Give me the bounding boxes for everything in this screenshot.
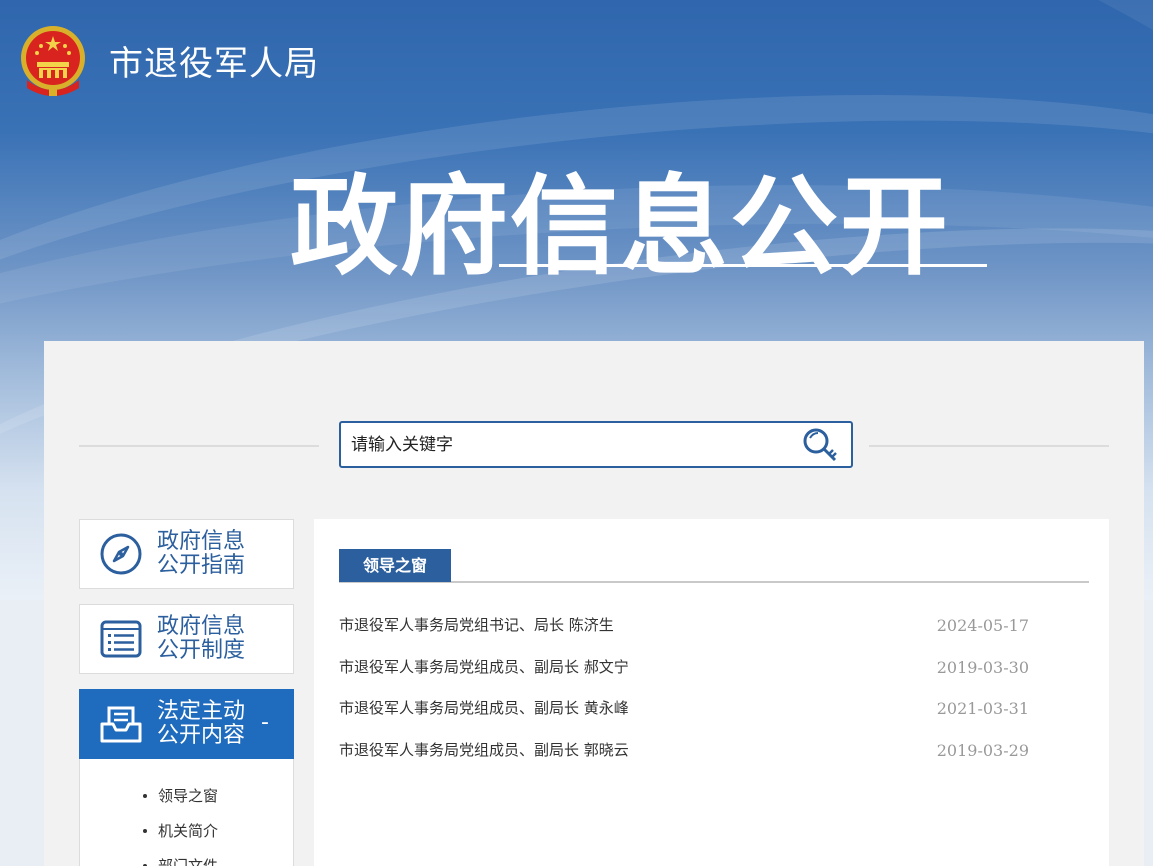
search-input[interactable]	[351, 423, 791, 466]
submenu-item-leaders[interactable]: 领导之窗	[80, 785, 293, 820]
compass-icon	[100, 533, 142, 575]
list-item[interactable]: 市退役军人事务局党组成员、副局长 郝文宁 2019-03-30	[339, 656, 1029, 698]
tab-bar: 领导之窗	[339, 549, 1089, 583]
document-list-icon	[100, 620, 142, 658]
national-emblem-icon	[21, 26, 85, 96]
tab-leaders[interactable]: 领导之窗	[339, 549, 451, 582]
list-item-date: 2021-03-31	[936, 699, 1029, 719]
inbox-icon	[100, 706, 142, 743]
list-item-date: 2019-03-29	[936, 741, 1029, 761]
hero-underline	[499, 264, 987, 267]
list-item-title[interactable]: 市退役军人事务局党组成员、副局长 黄永峰	[339, 697, 629, 718]
list-item-date: 2019-03-30	[936, 657, 1029, 677]
site-title: 市退役军人局	[109, 44, 319, 84]
list-item[interactable]: 市退役军人事务局党组书记、局长 陈济生 2024-05-17	[339, 614, 1029, 656]
main-panel: 政府信息 公开指南 政府信息 公开制度 法定主动 公开内容	[44, 341, 1144, 866]
list-item-date: 2024-05-17	[936, 616, 1029, 635]
submenu-item-documents[interactable]: 部门文件	[80, 855, 293, 866]
list-item[interactable]: 市退役军人事务局党组成员、副局长 黄永峰 2021-03-31	[339, 697, 1029, 739]
sidebar-item-system[interactable]: 政府信息 公开制度	[79, 604, 294, 674]
sidebar-item-label: 政府信息 公开制度	[157, 614, 246, 663]
sidebar-item-active-content[interactable]: 法定主动 公开内容 -	[79, 689, 294, 759]
list-item[interactable]: 市退役军人事务局党组成员、副局长 郭晓云 2019-03-29	[339, 739, 1029, 781]
search-divider-right	[869, 445, 1109, 447]
sidebar-submenu: 领导之窗 机关简介 部门文件	[79, 759, 294, 866]
collapse-toggle[interactable]: -	[261, 710, 269, 735]
list-item-title[interactable]: 市退役军人事务局党组成员、副局长 郝文宁	[339, 656, 629, 677]
list-item-title[interactable]: 市退役军人事务局党组成员、副局长 郭晓云	[339, 739, 629, 760]
sidebar-item-label: 政府信息 公开指南	[157, 529, 246, 578]
sidebar-item-label: 法定主动 公开内容	[157, 699, 246, 748]
search-key-icon[interactable]	[801, 426, 841, 464]
content-area: 领导之窗 市退役军人事务局党组书记、局长 陈济生 2024-05-17 市退役军…	[314, 519, 1109, 866]
list-item-title[interactable]: 市退役军人事务局党组书记、局长 陈济生	[339, 614, 614, 635]
search-divider-left	[79, 445, 319, 447]
search-box	[339, 421, 853, 468]
article-list: 市退役军人事务局党组书记、局长 陈济生 2024-05-17 市退役军人事务局党…	[339, 614, 1029, 781]
submenu-item-profile[interactable]: 机关简介	[80, 820, 293, 855]
sidebar-item-guide[interactable]: 政府信息 公开指南	[79, 519, 294, 589]
hero-title: 政府信息公开	[290, 165, 951, 290]
